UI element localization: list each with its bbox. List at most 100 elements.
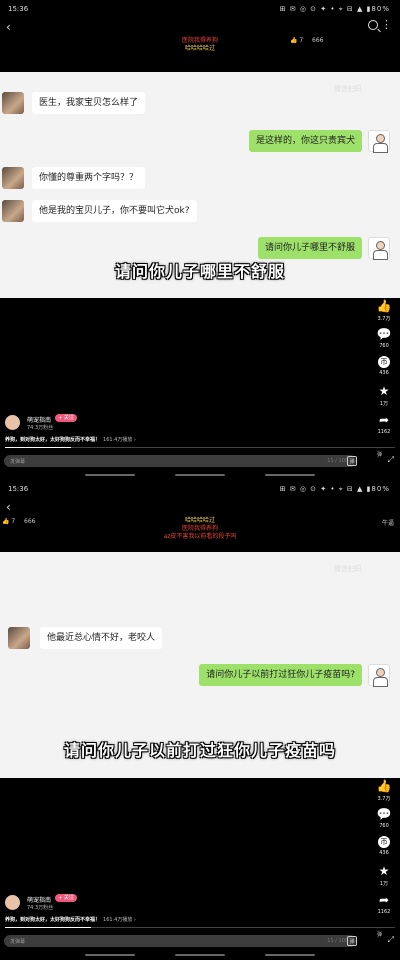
top-nav: ‹ [0,498,400,518]
comment-icon: 💬 [376,327,392,341]
chat-bubble-left: 你懂的尊重两个字吗？？ [32,167,146,189]
owner-avatar [2,92,24,114]
chat-bubble-right: 是这样的，你这只贵宾犬 [248,130,362,152]
back-arrow-icon[interactable]: ‹ [6,500,11,514]
danmu-item: 哈哈哈哈过 [184,45,215,52]
follow-button[interactable]: + 关注 [55,414,77,422]
side-action-like[interactable]: 👍 3.7万 [372,780,396,803]
video-screen-1: 15:36 ⊞ ✉ ◎ ⊙ ✦ • ⌖ ⊟ ▲ ▮80% ‹ ⋮ 👍 7 666… [0,0,400,480]
chat-bubble-left: 医生，我家宝贝怎么样了 [32,92,146,114]
side-action-coin[interactable]: 币 436 [372,836,396,856]
favorite-count: 1万 [379,881,389,887]
nav-bar [0,954,400,958]
video-title: 养狗，到对狗太好，太好狗狗反而不幸福！ [5,437,101,443]
video-description[interactable]: 养狗，到对狗太好，太好狗狗反而不幸福！ 161.4万播放 › [5,916,136,923]
coin-count: 436 [379,370,389,376]
doctor-avatar [368,130,390,153]
side-action-share[interactable]: ➦ 1162 [372,413,396,436]
danmu-toggle[interactable]: 弹 [377,931,382,938]
doctor-avatar [368,237,390,260]
danmu-toggle[interactable]: 弹 [377,451,382,458]
video-frame[interactable]: 微信扫码 他最近总心情不好，老咬人 请问你儿子以前打过狂你儿子疫苗吗? 请问你儿… [0,552,400,778]
video-progress-bar[interactable] [5,927,395,928]
comment-count: 760 [379,343,389,349]
side-action-share[interactable]: ➦ 1162 [372,893,396,916]
video-subtitle: 请问你儿子以前打过狂你儿子疫苗吗 [63,741,336,760]
author-avatar[interactable] [5,415,20,430]
comment-count: 760 [379,823,389,829]
chat-bubble-right: 请问你儿子哪里不舒服 [257,237,362,259]
author-avatar[interactable] [5,895,20,910]
side-action-coin[interactable]: 币 436 [372,356,396,376]
star-icon: ★ [378,864,390,878]
side-action-favorite[interactable]: ★ 1万 [372,384,396,408]
comment-icon: 💬 [376,807,392,821]
favorite-count: 1万 [379,401,389,407]
danmu-input[interactable]: 发弹幕 11 / 100 弹 [4,455,357,467]
side-action-favorite[interactable]: ★ 1万 [372,864,396,888]
danmu-placeholder: 发弹幕 [10,939,26,945]
fullscreen-icon[interactable]: ⤢ [388,455,394,465]
share-icon: ➦ [378,893,390,907]
video-progress-fill [5,927,91,928]
author-fans: 74.3万粉丝 [27,905,54,911]
side-action-comment[interactable]: 💬 760 [372,327,396,350]
star-icon: ★ [378,384,390,398]
follow-button[interactable]: + 关注 [55,894,77,902]
side-action-comment[interactable]: 💬 760 [372,807,396,830]
nav-bar [0,474,400,478]
danmu-item: 医院我得养狗 [181,37,218,44]
video-progress-fill [5,447,72,448]
chat-bubble-left: 他是我的宝贝儿子，你不要叫它犬ok? [32,200,197,222]
video-watermark: 微信扫码 [334,565,362,573]
author-name[interactable]: 萌宠指南 [27,415,51,424]
share-icon: ➦ [378,413,390,427]
owner-avatar [2,167,24,189]
like-count: 3.7万 [377,316,391,322]
share-count: 1162 [377,429,391,435]
status-icons: ⊞ ✉ ◎ ⊙ ✦ • ⌖ ⊟ ▲ ▮80% [279,485,390,493]
danmu-settings-icon[interactable]: 弹 [347,936,357,946]
play-count: 161.4万播放 › [103,437,136,443]
danmu-layer: 医院我得养狗 哈哈哈哈过 [0,37,400,53]
danmu-item: 医院我得养狗 [181,525,218,532]
side-action-like[interactable]: 👍 3.7万 [372,299,396,323]
video-subtitle: 请问你儿子哪里不舒服 [114,262,285,281]
video-title: 养狗，到对狗太好，太好狗狗反而不幸福！ [5,917,101,923]
status-icons: ⊞ ✉ ◎ ⊙ ✦ • ⌖ ⊟ ▲ ▮80% [279,5,390,13]
danmu-input[interactable]: 发弹幕 11 / 100 弹 [4,935,357,947]
video-frame[interactable]: 微信扫码 医生，我家宝贝怎么样了 是这样的，你这只贵宾犬 你懂的尊重两个字吗？？… [0,72,400,298]
back-arrow-icon[interactable]: ‹ [6,20,11,34]
video-progress-bar[interactable] [5,447,395,448]
search-icon[interactable] [368,20,378,30]
status-bar: 15:36 ⊞ ✉ ◎ ⊙ ✦ • ⌖ ⊟ ▲ ▮80% [0,0,400,18]
fullscreen-icon[interactable]: ⤢ [388,935,394,945]
coin-icon: 币 [378,356,390,368]
author-fans: 74.3万粉丝 [27,425,54,431]
share-count: 1162 [377,909,391,915]
author-name[interactable]: 萌宠指南 [27,895,51,904]
owner-avatar [8,627,30,649]
like-count: 3.7万 [377,796,391,802]
top-nav: ‹ ⋮ [0,18,400,38]
danmu-item: az皮不害我以前看的段子吗 [163,533,237,540]
thumbs-up-icon: 👍 [376,299,392,313]
status-time: 15:36 [8,5,29,13]
video-watermark: 微信扫码 [334,85,362,93]
danmu-count: 11 / 100 [327,458,348,464]
danmu-count: 11 / 100 [327,938,348,944]
chat-bubble-right: 请问你儿子以前打过狂你儿子疫苗吗? [199,664,362,686]
more-icon[interactable]: ⋮ [381,18,392,31]
danmu-placeholder: 发弹幕 [10,459,26,465]
coin-count: 436 [379,850,389,856]
status-bar: 15:36 ⊞ ✉ ◎ ⊙ ✦ • ⌖ ⊟ ▲ ▮80% [0,480,400,498]
doctor-avatar [368,664,390,687]
danmu-settings-icon[interactable]: 弹 [347,456,357,466]
danmu-item: 哈哈哈哈过 [184,517,215,524]
video-description[interactable]: 养狗，到对狗太好，太好狗狗反而不幸福！ 161.4万播放 › [5,436,136,443]
danmu-layer: 哈哈哈哈过 医院我得养狗 az皮不害我以前看的段子吗 [0,517,400,541]
video-screen-2: 15:36 ⊞ ✉ ◎ ⊙ ✦ • ⌖ ⊟ ▲ ▮80% ‹ 👍 7 666 牛… [0,480,400,960]
status-time: 15:36 [8,485,29,493]
owner-avatar [2,200,24,222]
chat-bubble-left: 他最近总心情不好，老咬人 [40,627,163,649]
